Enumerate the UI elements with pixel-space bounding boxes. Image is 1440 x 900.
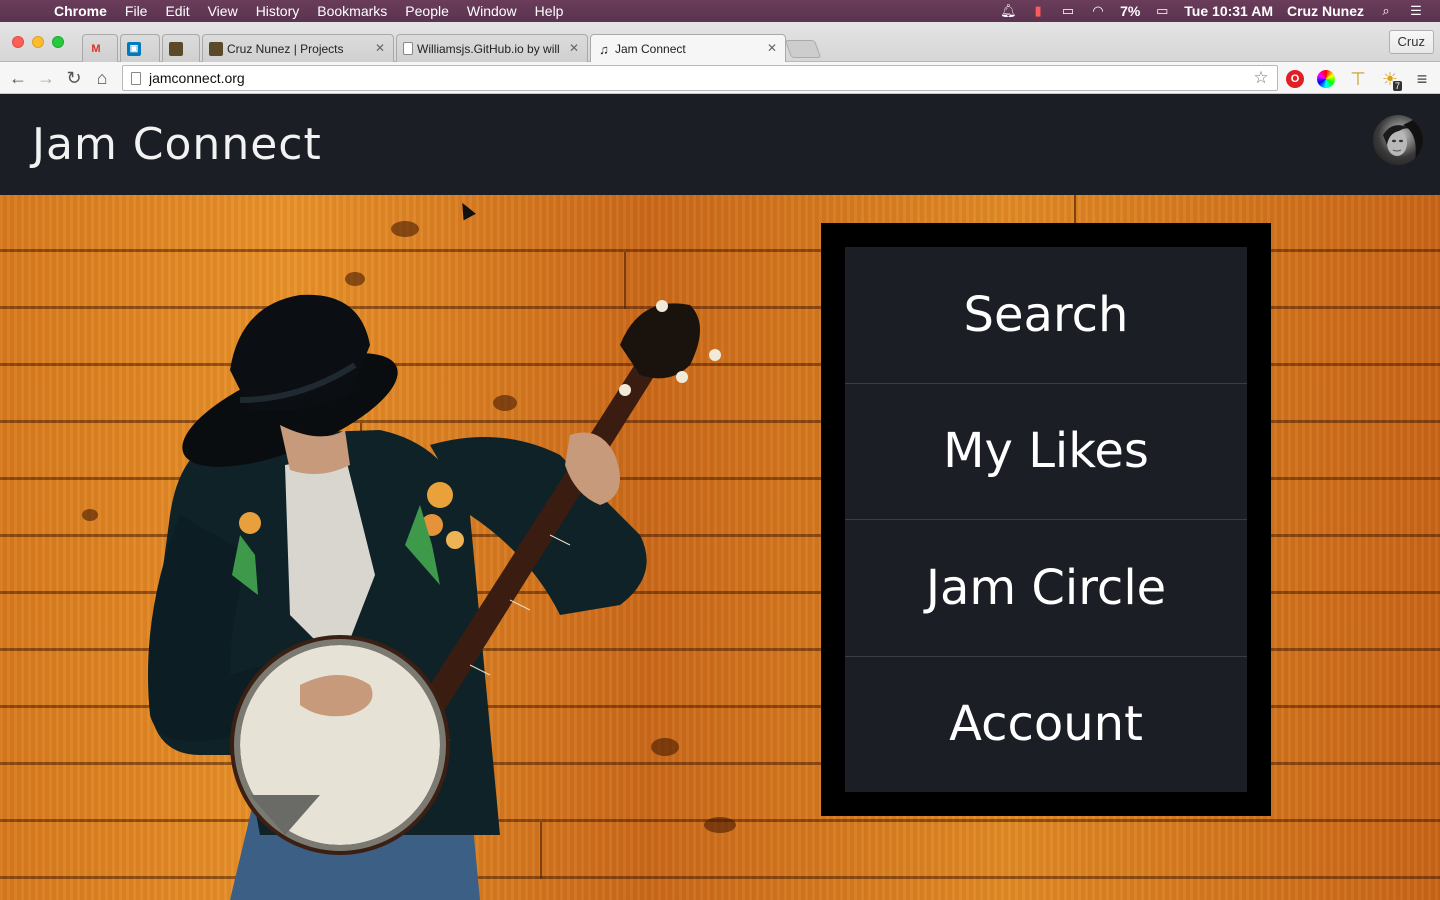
tab-label: Jam Connect xyxy=(615,42,686,56)
user-avatar[interactable] xyxy=(1373,115,1423,165)
forward-arrow-icon[interactable]: → xyxy=(35,67,57,89)
tab-close-icon[interactable]: ✕ xyxy=(767,41,777,55)
airplay-icon[interactable]: ▭ xyxy=(1060,4,1076,18)
menubar-item-view[interactable]: View xyxy=(208,3,238,19)
main-menu-panel: Search My Likes Jam Circle Account xyxy=(821,223,1271,816)
menu-button-my-likes[interactable]: My Likes xyxy=(845,383,1247,520)
chrome-tab-strip: M ▣ Cruz Nunez | Projects ✕ Williamsjs.G… xyxy=(0,22,1440,63)
gmail-icon: M xyxy=(91,42,101,55)
music-note-icon: ♫ xyxy=(599,41,609,57)
url-input[interactable] xyxy=(149,70,1251,86)
window-zoom-button[interactable] xyxy=(52,36,64,48)
chrome-toolbar: ← → ↻ ⌂ ☆ O ⊤ ☀7 ≡ xyxy=(0,62,1440,94)
opera-extension-icon[interactable]: O xyxy=(1285,69,1305,89)
pin-extension-icon[interactable]: ⊤ xyxy=(1348,69,1368,89)
macos-menubar: Chrome File Edit View History Bookmarks … xyxy=(0,0,1440,22)
menu-button-account[interactable]: Account xyxy=(845,656,1247,792)
notification-bell-icon[interactable]: 🔔︎ xyxy=(1000,4,1017,18)
tab-jam-connect[interactable]: ♫ Jam Connect ✕ xyxy=(590,34,786,63)
chrome-menu-icon[interactable]: ≡ xyxy=(1412,69,1432,89)
back-arrow-icon[interactable]: ← xyxy=(7,67,29,89)
menubar-item-file[interactable]: File xyxy=(125,3,148,19)
battery-percent: 7% xyxy=(1120,3,1141,19)
bookmark-star-icon[interactable]: ☆ xyxy=(1251,68,1271,88)
tab-close-icon[interactable]: ✕ xyxy=(375,41,385,55)
tab-label: Williamsjs.GitHub.io by will xyxy=(417,41,560,56)
reload-icon[interactable]: ↻ xyxy=(63,67,85,89)
menubar-clock[interactable]: Tue 10:31 AM xyxy=(1184,3,1273,19)
trello-icon: ▣ xyxy=(127,41,141,56)
wifi-icon[interactable]: ◠ xyxy=(1090,4,1106,18)
tab-label: Cruz Nunez | Projects xyxy=(227,41,344,56)
site-title[interactable]: Jam Connect xyxy=(32,119,322,170)
photo-icon xyxy=(209,41,223,56)
bookmark-red-icon[interactable]: ▮ xyxy=(1030,4,1046,18)
site-header: Jam Connect xyxy=(0,95,1440,195)
tab-trello[interactable]: ▣ xyxy=(120,34,160,62)
window-close-button[interactable] xyxy=(12,36,24,48)
tab-close-icon[interactable]: ✕ xyxy=(569,41,579,55)
extension-badge: 7 xyxy=(1392,81,1402,91)
tab-photo[interactable] xyxy=(162,34,200,62)
menubar-item-bookmarks[interactable]: Bookmarks xyxy=(317,3,387,19)
spotlight-search-icon[interactable]: ⌕ xyxy=(1378,4,1394,18)
notification-center-icon[interactable]: ☰ xyxy=(1408,4,1424,18)
tab-gmail[interactable]: M xyxy=(82,34,118,62)
weather-extension-icon[interactable]: ☀ 7 xyxy=(1380,69,1402,91)
menu-button-search[interactable]: Search xyxy=(845,247,1247,384)
tab-williamsjs[interactable]: Williamsjs.GitHub.io by will ✕ xyxy=(396,34,588,62)
photo-icon xyxy=(169,41,183,56)
page-info-icon[interactable] xyxy=(131,71,141,85)
menubar-item-help[interactable]: Help xyxy=(535,3,564,19)
tab-cruz-projects[interactable]: Cruz Nunez | Projects ✕ xyxy=(202,34,394,62)
avatar-face-icon xyxy=(1383,115,1423,165)
menubar-item-window[interactable]: Window xyxy=(467,3,517,19)
address-bar[interactable]: ☆ xyxy=(122,65,1278,91)
banjo-player-photo xyxy=(82,221,736,900)
menu-button-jam-circle[interactable]: Jam Circle xyxy=(845,520,1247,657)
new-tab-button[interactable] xyxy=(784,40,822,58)
main-menu: Search My Likes Jam Circle Account xyxy=(845,247,1247,792)
color-picker-extension-icon[interactable] xyxy=(1316,69,1336,89)
home-icon[interactable]: ⌂ xyxy=(91,67,113,89)
menubar-item-edit[interactable]: Edit xyxy=(165,3,189,19)
menubar-app-name[interactable]: Chrome xyxy=(54,3,107,19)
menubar-user[interactable]: Cruz Nunez xyxy=(1287,3,1364,19)
window-minimize-button[interactable] xyxy=(32,36,44,48)
page-icon xyxy=(403,42,413,55)
menubar-item-history[interactable]: History xyxy=(256,3,300,19)
menubar-item-people[interactable]: People xyxy=(405,3,449,19)
profile-button[interactable]: Cruz xyxy=(1388,30,1434,54)
battery-icon[interactable]: ▭ xyxy=(1154,4,1170,18)
